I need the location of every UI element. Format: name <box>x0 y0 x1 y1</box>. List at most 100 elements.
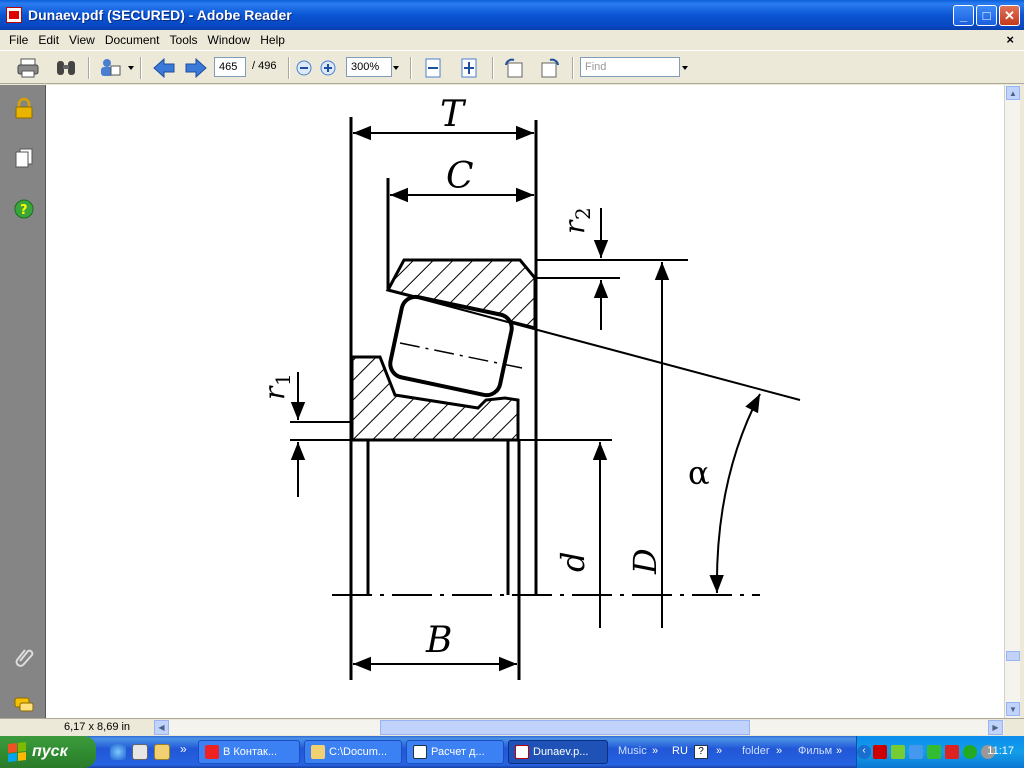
quicklaunch-chevron[interactable]: » <box>180 742 187 756</box>
svg-text:?: ? <box>20 203 28 218</box>
document-close-button[interactable]: × <box>1006 32 1014 47</box>
label-r2-sub: 2 <box>571 207 595 220</box>
document-view: T C B α d D r 2 r 1 <box>46 85 1004 718</box>
toolbar-separator <box>140 57 142 79</box>
start-label: пуск <box>32 743 68 760</box>
task-vkontakte[interactable]: В Контак... <box>198 740 300 764</box>
task-explorer[interactable]: C:\Docum... <box>304 740 402 764</box>
horizontal-scrollbar[interactable]: ◀ ▶ <box>154 720 1004 735</box>
task-label: В Контак... <box>223 746 278 758</box>
toolbar <box>0 50 1024 84</box>
toolbar-separator <box>88 57 90 79</box>
page-size-label: 6,17 x 8,69 in <box>64 721 131 733</box>
fit-page-button[interactable] <box>458 56 480 80</box>
menu-help[interactable]: Help <box>255 33 290 47</box>
tray-app-icon[interactable] <box>873 745 887 759</box>
opera-icon <box>205 745 219 759</box>
toolbar-chevron[interactable]: » <box>652 745 658 757</box>
tray-expand-icon[interactable]: ‹ <box>857 745 871 759</box>
scroll-up-button[interactable]: ▲ <box>1006 86 1020 100</box>
find-input[interactable]: Find <box>580 57 680 77</box>
ie-icon[interactable] <box>110 744 126 760</box>
network-icon[interactable] <box>909 745 923 759</box>
menu-bar: File Edit View Document Tools Window Hel… <box>0 30 1024 50</box>
menu-view[interactable]: View <box>64 33 100 47</box>
folder-icon[interactable] <box>154 744 170 760</box>
vertical-scrollbar[interactable]: ▲ ▼ <box>1004 85 1020 718</box>
find-dropdown-arrow[interactable] <box>682 66 688 70</box>
navigation-panel: ? <box>0 85 46 718</box>
status-bar: 6,17 x 8,69 in ◀ ▶ <box>0 718 1024 736</box>
windows-logo-icon <box>8 742 26 762</box>
tray-app-icon[interactable] <box>945 745 959 759</box>
horizontal-scroll-thumb[interactable] <box>380 720 750 735</box>
arrow-left-icon <box>153 57 175 79</box>
language-indicator[interactable]: RU <box>672 745 688 757</box>
zoom-out-icon <box>296 60 312 76</box>
start-button[interactable]: пуск <box>0 736 96 768</box>
toolbar-chevron[interactable]: » <box>716 745 722 757</box>
title-bar: Dunaev.pdf (SECURED) - Adobe Reader _ □ … <box>0 0 1024 30</box>
adobe-reader-icon <box>6 7 22 23</box>
paperclip-icon[interactable] <box>13 646 35 668</box>
label-D: D <box>626 548 664 575</box>
task-adobe-reader[interactable]: Dunaev.p... <box>508 740 608 764</box>
vertical-scroll-thumb[interactable] <box>1006 651 1020 661</box>
scroll-right-button[interactable]: ▶ <box>988 720 1003 735</box>
toolbar-separator <box>410 57 412 79</box>
word-document-icon <box>413 745 427 759</box>
toolbar-music[interactable]: Music <box>618 745 647 757</box>
label-r2: r <box>558 219 591 234</box>
rotate-counterclockwise-button[interactable] <box>502 56 526 80</box>
arrow-right-icon <box>185 57 207 79</box>
label-r1: r <box>258 385 291 400</box>
task-word-doc[interactable]: Расчет д... <box>406 740 504 764</box>
total-pages-label: / 496 <box>252 60 277 72</box>
help-icon[interactable]: ? <box>694 745 708 759</box>
page-number-input[interactable]: 465 <box>214 57 246 77</box>
zoom-in-button[interactable] <box>318 56 338 80</box>
zoom-out-button[interactable] <box>294 56 314 80</box>
label-r1-sub: 1 <box>271 373 295 386</box>
previous-page-button[interactable] <box>152 56 176 80</box>
fit-width-button[interactable] <box>422 56 444 80</box>
toolbar-chevron[interactable]: » <box>776 745 782 757</box>
zoom-dropdown-arrow[interactable] <box>393 66 399 70</box>
menu-edit[interactable]: Edit <box>33 33 64 47</box>
label-C: C <box>446 156 474 197</box>
help-icon[interactable]: ? <box>13 198 35 220</box>
printer-icon <box>17 58 39 78</box>
maximize-button[interactable]: □ <box>976 5 997 26</box>
rotate-clockwise-button[interactable] <box>538 56 562 80</box>
folder-icon <box>311 745 325 759</box>
toolbar-folder[interactable]: folder <box>742 745 770 757</box>
taskbar: пуск » В Контак... C:\Docum... Расчет д.… <box>0 736 1024 768</box>
share-button[interactable] <box>98 56 122 80</box>
scroll-left-button[interactable]: ◀ <box>154 720 169 735</box>
lock-icon[interactable] <box>13 97 35 119</box>
menu-tools[interactable]: Tools <box>165 33 203 47</box>
tray-app-icon[interactable] <box>891 745 905 759</box>
close-button[interactable]: ✕ <box>999 5 1020 26</box>
toolbar-chevron[interactable]: » <box>836 745 842 757</box>
rotate-left-icon <box>505 58 523 78</box>
menu-window[interactable]: Window <box>203 33 256 47</box>
minimize-button[interactable]: _ <box>953 5 974 26</box>
pages-icon[interactable] <box>13 147 35 169</box>
toolbar-film[interactable]: Фильм <box>798 745 832 757</box>
toolbar-separator <box>288 57 290 79</box>
find-binoculars-button[interactable] <box>54 56 78 80</box>
next-page-button[interactable] <box>184 56 208 80</box>
chevron-down-icon[interactable] <box>128 66 134 70</box>
scroll-down-button[interactable]: ▼ <box>1006 702 1020 716</box>
document-icon[interactable] <box>132 744 148 760</box>
zoom-input[interactable]: 300% <box>346 57 392 77</box>
zoom-in-icon <box>320 60 336 76</box>
menu-file[interactable]: File <box>4 33 33 47</box>
tray-app-icon[interactable] <box>963 745 977 759</box>
tray-app-icon[interactable] <box>927 745 941 759</box>
fit-width-icon <box>425 58 441 78</box>
print-button[interactable] <box>16 56 40 80</box>
comments-icon[interactable] <box>13 694 35 716</box>
menu-document[interactable]: Document <box>100 33 165 47</box>
